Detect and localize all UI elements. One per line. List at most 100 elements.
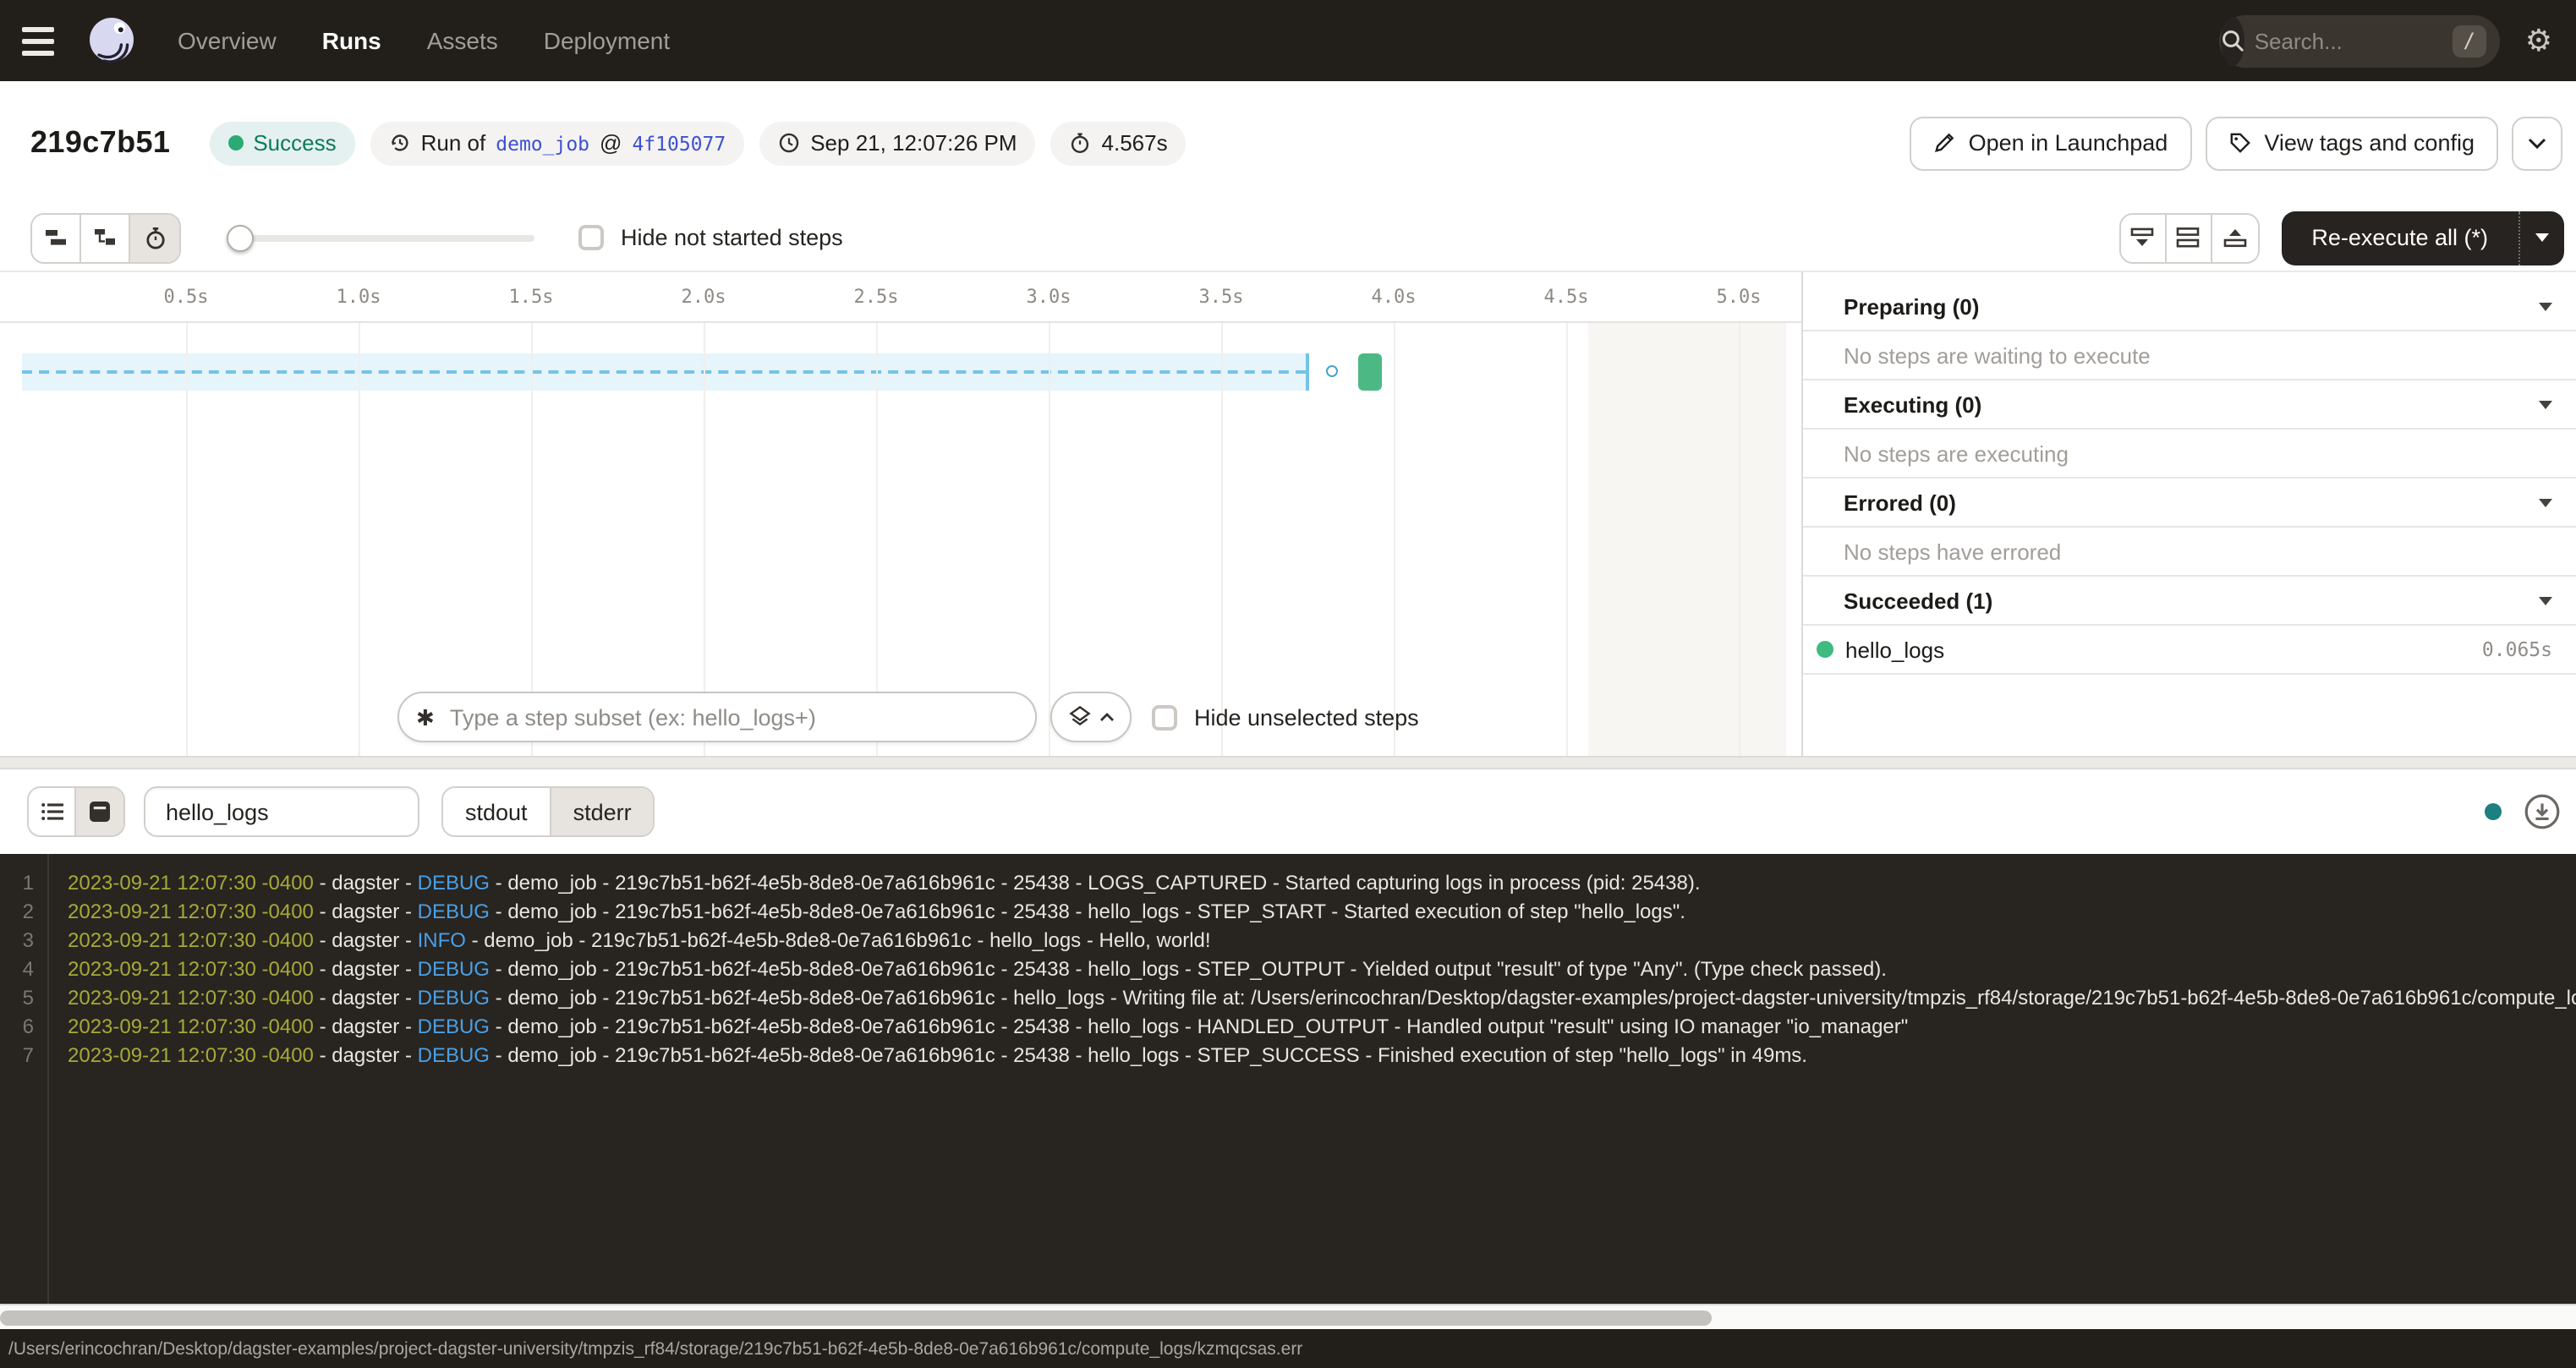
structured-log-view-button[interactable]: [29, 788, 76, 835]
gantt-timed-view-button[interactable]: [130, 214, 179, 261]
slider-knob[interactable]: [227, 224, 254, 251]
hamburger-menu-icon[interactable]: [22, 20, 63, 61]
header-actions: Open in Launchpad View tags and config: [1910, 116, 2562, 170]
open-in-launchpad-label: Open in Launchpad: [1969, 130, 2168, 156]
nav-item-deployment[interactable]: Deployment: [544, 27, 670, 54]
log-line: 6 2023-09-21 12:07:30 -0400 - dagster - D…: [0, 1013, 2576, 1042]
panel-position-group: [2118, 212, 2259, 263]
panel-step-duration: 0.065s: [2482, 637, 2552, 661]
axis-tick-label: 2.5s: [854, 272, 899, 323]
log-line-text: 2023-09-21 12:07:30 -0400 - dagster - IN…: [68, 927, 1211, 955]
step-status-panel: Preparing (0) No steps are waiting to exe…: [1803, 272, 2576, 758]
log-line-text: 2023-09-21 12:07:30 -0400 - dagster - DE…: [68, 955, 1887, 984]
log-lines: 12023-09-21 12:07:30 -0400 - dagster - D…: [0, 869, 2576, 1070]
log-line-number: 6: [0, 1013, 34, 1042]
panel-section-header[interactable]: Succeeded (1): [1803, 577, 2576, 626]
log-step-filter-input[interactable]: [162, 797, 401, 826]
horizontal-splitter[interactable]: [0, 756, 2576, 769]
tag-icon: [2228, 132, 2250, 154]
slider-track[interactable]: [227, 234, 534, 241]
global-search[interactable]: /: [2219, 14, 2500, 67]
expand-bottom-panel-button[interactable]: [2212, 214, 2257, 261]
scrollbar-thumb[interactable]: [0, 1311, 1712, 1326]
caret-down-icon: [2539, 498, 2552, 506]
panel-empty-state: No steps are waiting to execute: [1803, 331, 2576, 380]
panel-section-header[interactable]: Preparing (0): [1803, 282, 2576, 331]
caret-down-icon: [2539, 596, 2552, 605]
pencil-icon: [1933, 132, 1955, 154]
step-subset-input[interactable]: [447, 703, 1018, 731]
chevron-down-icon: [2527, 136, 2547, 150]
gantt-zoom-slider[interactable]: [227, 212, 534, 263]
raw-log-view-button[interactable]: [76, 788, 123, 835]
axis-tick-label: 1.5s: [509, 272, 554, 323]
step-subset-field[interactable]: ✱: [397, 692, 1037, 742]
tab-stderr[interactable]: stderr: [551, 788, 654, 835]
dagster-logo-icon[interactable]: [86, 15, 137, 66]
chevron-up-icon: [1099, 712, 1114, 722]
axis-tick-label: 5.0s: [1717, 272, 1762, 323]
search-input[interactable]: [2244, 28, 2562, 53]
log-file-path: /Users/erincochran/Desktop/dagster-examp…: [8, 1338, 1302, 1359]
log-line-text: 2023-09-21 12:07:30 -0400 - dagster - DE…: [68, 984, 2576, 1013]
nav-item-runs[interactable]: Runs: [322, 27, 381, 54]
app-root: OverviewRunsAssetsDeployment / ⚙ 219c7b5…: [0, 0, 2576, 1368]
gantt-chart: 0.5s1.0s1.5s2.0s2.5s3.0s3.5s4.0s4.5s5.0s…: [0, 272, 1801, 758]
view-tags-config-label: View tags and config: [2264, 130, 2475, 156]
gantt-time-axis: 0.5s1.0s1.5s2.0s2.5s3.0s3.5s4.0s4.5s5.0s: [0, 272, 1801, 323]
op-selector-icon: ✱: [416, 706, 435, 728]
step-bar-hello-logs[interactable]: [1358, 353, 1382, 391]
panel-section-title: Executing (0): [1844, 391, 1981, 417]
snapshot-id-link[interactable]: 4f105077: [632, 131, 726, 155]
log-line-text: 2023-09-21 12:07:30 -0400 - dagster - DE…: [68, 1013, 1908, 1042]
panel-section-title: Succeeded (1): [1844, 588, 1992, 613]
panel-section-title: Errored (0): [1844, 490, 1956, 515]
gantt-flat-view-button[interactable]: [32, 214, 81, 261]
hide-unselected-checkbox[interactable]: Hide unselected steps: [1152, 704, 1419, 730]
start-time-pill: Sep 21, 12:07:26 PM: [759, 121, 1035, 165]
checkbox-icon[interactable]: [578, 225, 604, 250]
logbar-right: [2485, 793, 2561, 830]
caret-down-icon: [2535, 233, 2549, 242]
hide-not-started-checkbox[interactable]: Hide not started steps: [578, 225, 843, 250]
log-step-filter-field[interactable]: [144, 786, 419, 837]
run-header: 219c7b51 Success Run of demo_job @ 4f105…: [0, 81, 2576, 205]
log-line: 22023-09-21 12:07:30 -0400 - dagster - D…: [0, 898, 2576, 927]
status-badge: Success: [209, 121, 354, 165]
reexecute-all-label: Re-execute all (*): [2281, 225, 2518, 250]
gantt-waterfall-view-button[interactable]: [81, 214, 130, 261]
log-line-text: 2023-09-21 12:07:30 -0400 - dagster - DE…: [68, 869, 1701, 898]
duration-label: 4.567s: [1102, 130, 1168, 156]
view-tags-config-button[interactable]: View tags and config: [2205, 116, 2498, 170]
toolbar-right: Re-execute all (*): [2118, 211, 2564, 265]
graph-layers-button[interactable]: [1050, 692, 1132, 742]
panel-section-header[interactable]: Errored (0): [1803, 479, 2576, 528]
duration-pill: 4.567s: [1051, 121, 1187, 165]
split-panels-button[interactable]: [2166, 214, 2212, 261]
download-log-button[interactable]: [2524, 793, 2561, 830]
log-line-number: 5: [0, 984, 34, 1013]
log-output: 12023-09-21 12:07:30 -0400 - dagster - D…: [0, 854, 2576, 1304]
run-of-pill: Run of demo_job @ 4f105077: [370, 121, 745, 165]
log-line: 72023-09-21 12:07:30 -0400 - dagster - D…: [0, 1042, 2576, 1070]
header-more-actions-button[interactable]: [2512, 116, 2562, 170]
nav-item-overview[interactable]: Overview: [178, 27, 277, 54]
caret-down-icon: [2539, 302, 2552, 310]
reexecute-all-button[interactable]: Re-execute all (*): [2281, 211, 2564, 265]
log-horizontal-scrollbar[interactable]: [0, 1304, 2576, 1329]
collapse-bottom-panel-button[interactable]: [2120, 214, 2166, 261]
panel-section-title: Preparing (0): [1844, 293, 1979, 319]
log-line-number: 3: [0, 927, 34, 955]
reexecute-dropdown-button[interactable]: [2518, 211, 2564, 265]
open-in-launchpad-button[interactable]: Open in Launchpad: [1910, 116, 2192, 170]
panel-step-row[interactable]: hello_logs0.065s: [1803, 626, 2576, 675]
start-time-label: Sep 21, 12:07:26 PM: [810, 130, 1017, 156]
job-name-link[interactable]: demo_job: [496, 131, 589, 155]
tab-stdout[interactable]: stdout: [443, 788, 551, 835]
log-line-text: 2023-09-21 12:07:30 -0400 - dagster - DE…: [68, 898, 1685, 927]
panel-section-header[interactable]: Executing (0): [1803, 380, 2576, 430]
nav-item-assets[interactable]: Assets: [427, 27, 498, 54]
axis-tick-label: 0.5s: [164, 272, 209, 323]
checkbox-icon[interactable]: [1152, 704, 1177, 730]
log-view-mode-group: [27, 786, 125, 837]
